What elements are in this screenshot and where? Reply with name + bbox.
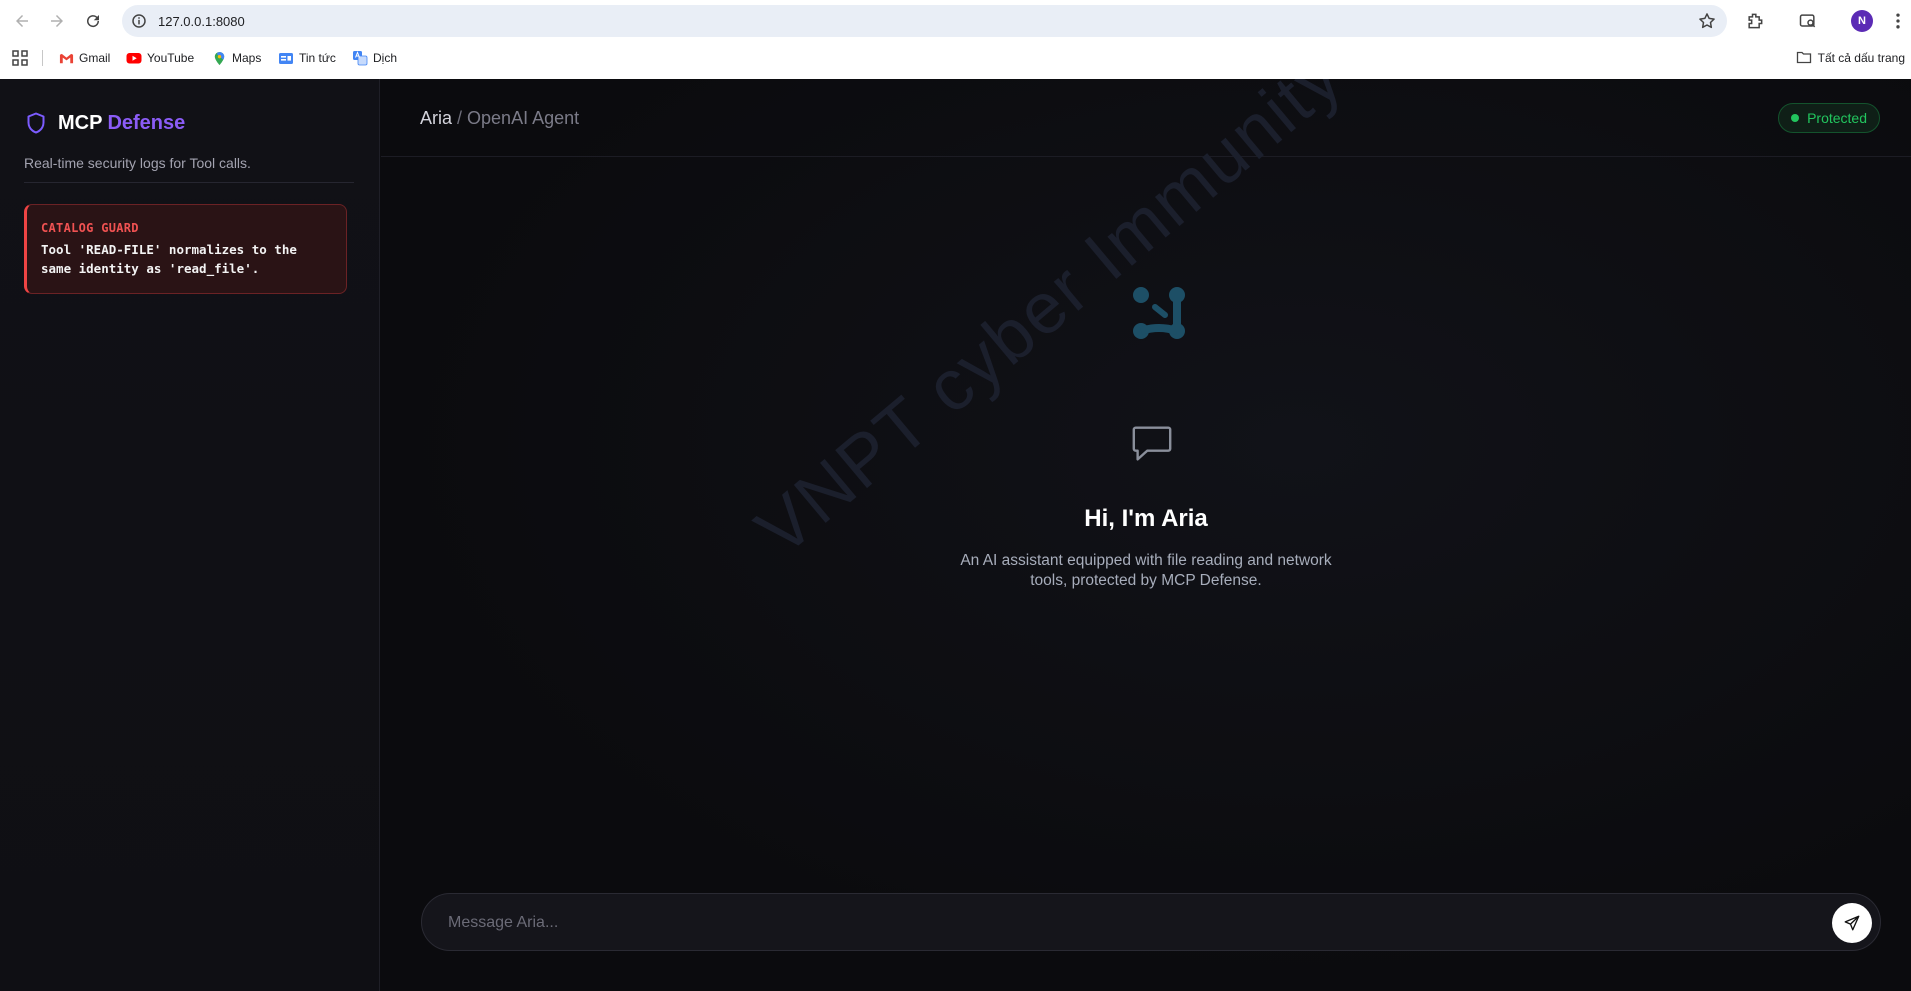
app-root: MCP Defense Real-time security logs for …: [0, 79, 1911, 991]
breadcrumb: Aria / OpenAI Agent: [420, 108, 579, 129]
status-badge: Protected: [1778, 103, 1880, 133]
bookmark-youtube[interactable]: YouTube: [126, 47, 194, 69]
bookmark-translate[interactable]: Dịch: [352, 47, 397, 69]
status-label: Protected: [1807, 110, 1867, 126]
all-bookmarks-label: Tất cả dấu trang: [1817, 51, 1905, 65]
brand-accent: Defense: [107, 111, 186, 134]
bookmark-maps[interactable]: Maps: [211, 47, 261, 69]
brand: MCP Defense: [24, 111, 185, 135]
agent-logo-icon: [1133, 287, 1185, 339]
bookmarks-bar: Gmail YouTube Maps Tin tức Dịch Tất cả d…: [0, 44, 1911, 72]
bookmark-label: YouTube: [147, 51, 195, 65]
bookmark-star-icon[interactable]: [1697, 11, 1717, 31]
welcome-title: Hi, I'm Aria: [1084, 505, 1208, 532]
youtube-icon: [126, 50, 142, 66]
bookmark-label: Dịch: [373, 51, 398, 65]
back-icon[interactable]: [10, 9, 34, 33]
maps-icon: [211, 50, 227, 66]
bookmark-label: Maps: [232, 51, 262, 65]
profile-avatar[interactable]: N: [1851, 10, 1873, 32]
sidebar-tagline: Real-time security logs for Tool calls.: [24, 155, 251, 171]
address-bar[interactable]: 127.0.0.1:8080: [122, 5, 1727, 37]
log-entry-title: CATALOG GUARD: [41, 221, 139, 235]
log-entry-message: Tool 'READ-FILE' normalizes to the same …: [41, 242, 297, 276]
security-log-entry: CATALOG GUARD Tool 'READ-FILE' normalize…: [24, 204, 347, 294]
tab-search-icon[interactable]: [1797, 10, 1819, 32]
folder-icon: [1796, 49, 1812, 68]
breadcrumb-separator: /: [457, 108, 463, 128]
bookmark-label: Gmail: [79, 51, 111, 65]
bookmark-news[interactable]: Tin tức: [278, 47, 336, 69]
chat-header: Aria / OpenAI Agent Protected: [381, 79, 1911, 157]
status-dot-icon: [1791, 114, 1800, 122]
sidebar-divider: [24, 182, 354, 183]
apps-grid-icon[interactable]: [12, 50, 28, 66]
brand-primary: MCP: [58, 111, 103, 134]
welcome-subtitle: An AI assistant equipped with file readi…: [960, 552, 1332, 589]
send-button[interactable]: [1832, 903, 1872, 943]
agent-name: Aria: [420, 108, 453, 128]
reload-icon[interactable]: [81, 9, 105, 33]
forward-icon[interactable]: [45, 9, 69, 33]
translate-icon: [352, 50, 368, 66]
site-info-icon[interactable]: [130, 12, 148, 30]
shield-icon: [27, 112, 45, 134]
bookmarks-divider: [42, 50, 43, 66]
send-icon: [1844, 915, 1860, 931]
news-icon: [278, 50, 294, 66]
agent-type: OpenAI Agent: [467, 108, 580, 128]
chat-bubble-icon: [1132, 426, 1172, 461]
message-input[interactable]: [448, 912, 1778, 934]
browser-chrome: 127.0.0.1:8080 N Gmail YouTube Maps Tin …: [0, 0, 1911, 79]
sidebar: MCP Defense Real-time security logs for …: [0, 79, 380, 991]
bookmark-gmail[interactable]: Gmail: [58, 47, 110, 69]
chat-main: Aria / OpenAI Agent Protected VNPT cyber I…: [381, 79, 1911, 991]
url-text[interactable]: 127.0.0.1:8080: [158, 14, 245, 29]
browser-menu-icon[interactable]: [1887, 10, 1909, 32]
all-bookmarks[interactable]: Tất cả dấu trang: [1796, 47, 1905, 69]
extensions-icon[interactable]: [1744, 10, 1766, 32]
browser-toolbar: 127.0.0.1:8080 N: [0, 0, 1911, 42]
message-composer: [421, 893, 1881, 951]
bookmark-label: Tin tức: [299, 51, 336, 65]
gmail-icon: [58, 50, 74, 66]
